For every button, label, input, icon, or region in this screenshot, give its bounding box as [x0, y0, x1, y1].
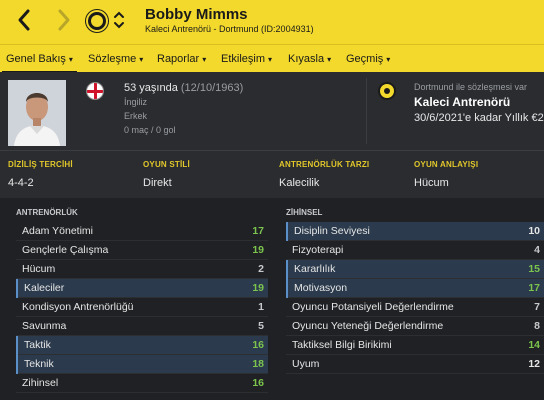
date-of-birth: (12/10/1963): [180, 82, 244, 94]
attribute-value: 16: [252, 377, 264, 389]
attribute-row[interactable]: Uyum 12: [286, 355, 544, 374]
coaching-style-value: Kalecilik: [279, 177, 320, 189]
player-photo: [8, 80, 66, 146]
player-name: Bobby Mimms: [145, 6, 248, 23]
attribute-row[interactable]: Disiplin Seviyesi 10: [286, 222, 544, 241]
club-badge-icon[interactable]: [86, 10, 108, 32]
attribute-name: Gençlerle Çalışma: [22, 244, 109, 256]
attribute-value: 7: [534, 301, 540, 313]
attribute-row[interactable]: Adam Yönetimi 17: [16, 222, 268, 241]
gender: Erkek: [124, 111, 148, 121]
attribute-value: 10: [528, 225, 540, 237]
attribute-name: Taktiksel Bilgi Birikimi: [292, 339, 392, 351]
attribute-row[interactable]: Motivasyon 17: [286, 279, 544, 298]
row-divider: [286, 373, 544, 374]
attribute-row[interactable]: Kaleciler 19: [16, 279, 268, 298]
chevron-down-icon: ▾: [202, 55, 207, 64]
row-divider: [16, 392, 268, 393]
attribute-value: 15: [528, 263, 540, 275]
attribute-value: 1: [258, 301, 264, 313]
player-subtitle: Kaleci Antrenörü - Dortmund (ID:2004931): [145, 24, 314, 34]
contract-until: 30/6/2021'e kadar Yıllık €20: [414, 112, 544, 124]
tab-etkilesim[interactable]: Etkileşim ▾: [217, 45, 276, 73]
back-arrow-icon[interactable]: [12, 6, 36, 34]
play-style-label: OYUN STİLİ: [143, 160, 190, 169]
attribute-value: 12: [528, 358, 540, 370]
attribute-row[interactable]: Teknik 18: [16, 355, 268, 374]
tab-raporlar[interactable]: Raporlar ▾: [153, 45, 210, 73]
formation-value: 4-4-2: [8, 177, 34, 189]
attribute-value: 17: [252, 225, 264, 237]
coaching-styles: DİZİLİŞ TERCİHİ 4-4-2 OYUN STİLİ Direkt …: [0, 150, 544, 198]
attribute-row[interactable]: Kararlılık 15: [286, 260, 544, 279]
chevron-down-icon: ▾: [386, 55, 391, 64]
attribute-row[interactable]: Hücum 2: [16, 260, 268, 279]
attribute-name: Kararlılık: [294, 263, 336, 275]
attribute-value: 19: [252, 282, 264, 294]
tab-genel-bakis[interactable]: Genel Bakış ▾: [2, 45, 77, 73]
attribute-value: 14: [528, 339, 540, 351]
tab-kiyasla[interactable]: Kıyasla ▾: [284, 45, 335, 73]
nationality: İngiliz: [124, 97, 148, 107]
match-record: 0 maç / 0 gol: [124, 125, 176, 135]
attribute-row[interactable]: Oyuncu Potansiyeli Değerlendirme 7: [286, 298, 544, 317]
attribute-name: Teknik: [24, 358, 54, 370]
attribute-name: Motivasyon: [294, 282, 348, 294]
attribute-name: Oyuncu Potansiyeli Değerlendirme: [292, 301, 454, 313]
attribute-value: 5: [258, 320, 264, 332]
attribute-value: 4: [534, 244, 540, 256]
attribute-row[interactable]: Oyuncu Yeteneği Değerlendirme 8: [286, 317, 544, 336]
forward-arrow-icon[interactable]: [52, 6, 76, 34]
tab-sozlesme[interactable]: Sözleşme ▾: [84, 45, 147, 73]
play-style-value: Direkt: [143, 177, 172, 189]
attribute-name: Hücum: [22, 263, 56, 275]
profile-panel: 53 yaşında (12/10/1963) İngiliz Erkek 0 …: [0, 72, 544, 150]
chevron-up-down-icon[interactable]: [112, 8, 126, 32]
coaching-group-title: ANTRENÖRLÜK: [16, 208, 78, 217]
tab-gecmis[interactable]: Geçmiş ▾: [342, 45, 394, 73]
attribute-value: 2: [258, 263, 264, 275]
chevron-down-icon: ▾: [139, 55, 144, 64]
attribute-row[interactable]: Gençlerle Çalışma 19: [16, 241, 268, 260]
attribute-name: Taktik: [24, 339, 51, 351]
divider: [366, 78, 367, 144]
attribute-row[interactable]: Taktik 16: [16, 336, 268, 355]
coaching-style-label: ANTRENÖRLÜK TARZI: [279, 160, 370, 169]
attribute-row[interactable]: Fizyoterapi 4: [286, 241, 544, 260]
attribute-value: 16: [252, 339, 264, 351]
player-age: 53 yaşında (12/10/1963): [124, 82, 244, 94]
formation-label: DİZİLİŞ TERCİHİ: [8, 160, 73, 169]
attribute-row[interactable]: Kondisyon Antrenörlüğü 1: [16, 298, 268, 317]
chevron-down-icon: ▾: [68, 55, 73, 64]
attribute-value: 17: [528, 282, 540, 294]
attribute-name: Kaleciler: [24, 282, 65, 294]
attribute-name: Zihinsel: [22, 377, 59, 389]
attribute-row[interactable]: Taktiksel Bilgi Birikimi 14: [286, 336, 544, 355]
chevron-down-icon: ▾: [268, 55, 273, 64]
attribute-name: Savunma: [22, 320, 67, 332]
game-mentality-value: Hücum: [414, 177, 449, 189]
attribute-name: Uyum: [292, 358, 320, 370]
mental-group-title: ZİHİNSEL: [286, 208, 323, 217]
tab-menu: Genel Bakış ▾ Sözleşme ▾ Raporlar ▾ Etkileş…: [0, 44, 544, 73]
attribute-value: 19: [252, 244, 264, 256]
club-badge-icon[interactable]: [378, 82, 396, 100]
attribute-name: Kondisyon Antrenörlüğü: [22, 301, 134, 313]
attributes-panel: ANTRENÖRLÜK ZİHİNSEL Adam Yönetimi 17 Genç…: [0, 198, 544, 400]
attribute-row[interactable]: Savunma 5: [16, 317, 268, 336]
attribute-name: Disiplin Seviyesi: [294, 225, 370, 237]
attribute-row[interactable]: Zihinsel 16: [16, 374, 268, 393]
game-mentality-label: OYUN ANLAYIŞI: [414, 160, 479, 169]
contract-note: Dortmund ile sözleşmesi var: [414, 82, 528, 92]
attribute-name: Oyuncu Yeteneği Değerlendirme: [292, 320, 444, 332]
title-bar: Bobby Mimms Kaleci Antrenörü - Dortmund …: [0, 0, 544, 44]
attribute-name: Fizyoterapi: [292, 244, 344, 256]
england-flag-icon: [86, 82, 104, 100]
attribute-name: Adam Yönetimi: [22, 225, 94, 237]
attribute-value: 18: [252, 358, 264, 370]
attribute-value: 8: [534, 320, 540, 332]
person-silhouette-icon: [8, 80, 66, 146]
chevron-down-icon: ▾: [327, 55, 332, 64]
contract-role: Kaleci Antrenörü: [414, 95, 511, 109]
